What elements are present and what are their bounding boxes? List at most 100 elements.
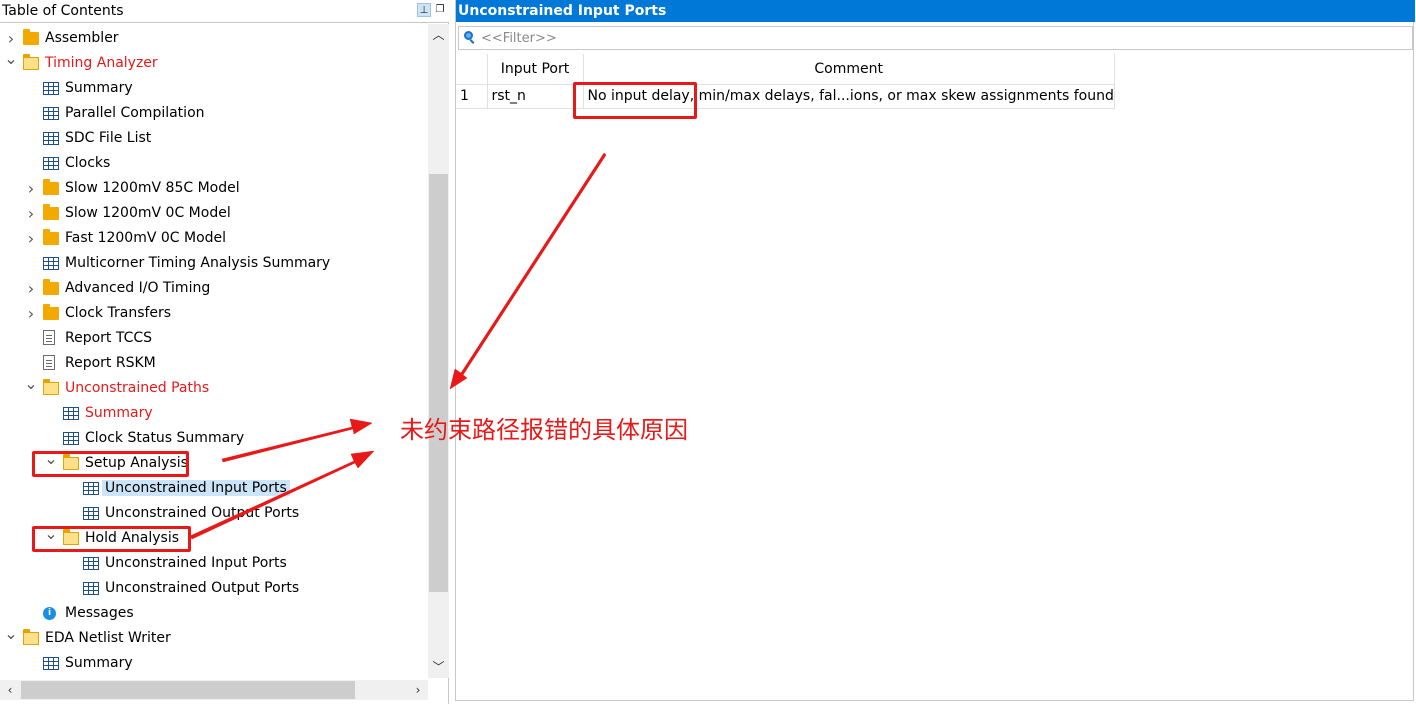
toc-item[interactable]: › Slow 1200mV 85C Model xyxy=(0,176,427,201)
vertical-scroll-thumb[interactable] xyxy=(429,174,448,592)
toc-item[interactable]: Unconstrained Output Ports xyxy=(0,501,427,526)
table-row[interactable]: 1 rst_n No input delay, min/max delays, … xyxy=(456,84,1115,109)
table-icon xyxy=(43,82,59,95)
scroll-left-icon[interactable]: ‹ xyxy=(0,680,20,700)
toc-item[interactable]: Clocks xyxy=(0,151,427,176)
pin-icon[interactable]: ⊥ xyxy=(417,3,431,17)
chevron-down-icon[interactable]: ⌄ xyxy=(24,376,38,401)
toc-item-label: Parallel Compilation xyxy=(65,105,205,121)
chevron-right-icon[interactable]: › xyxy=(24,226,38,251)
chevron-right-icon[interactable]: › xyxy=(24,301,38,326)
toc-item[interactable]: ⌄ EDA Netlist Writer xyxy=(0,626,427,651)
chevron-right-icon[interactable]: › xyxy=(24,201,38,226)
report-title: Unconstrained Input Ports xyxy=(456,0,1415,22)
table-icon xyxy=(83,557,99,570)
toc-item[interactable]: Unconstrained Input Ports xyxy=(0,476,427,501)
table-icon xyxy=(43,132,59,145)
toc-item-label: Unconstrained Output Ports xyxy=(105,580,300,596)
folder-icon xyxy=(43,229,59,245)
toc-item-label: Multicorner Timing Analysis Summary xyxy=(65,255,331,271)
toc-item-label: Unconstrained Paths xyxy=(65,380,210,396)
annotation-box-hold-analysis xyxy=(32,526,191,552)
column-header-input-port[interactable]: Input Port xyxy=(487,54,584,85)
toc-item-label: SDC File List xyxy=(65,130,152,146)
column-header-comment[interactable]: Comment xyxy=(583,54,1115,85)
toc-item-label: Messages xyxy=(65,605,134,621)
toc-item-label: Unconstrained Output Ports xyxy=(105,505,300,521)
folder-open-icon xyxy=(23,54,39,70)
toc-item[interactable]: Summary xyxy=(0,76,427,101)
folder-icon xyxy=(43,304,59,320)
folder-icon xyxy=(43,179,59,195)
toc-item[interactable]: › Clock Transfers xyxy=(0,301,427,326)
table-icon xyxy=(63,432,79,445)
folder-icon xyxy=(23,29,39,45)
table-icon xyxy=(43,157,59,170)
toc-item-label: Clocks xyxy=(65,155,111,171)
toc-item[interactable]: Report TCCS xyxy=(0,326,427,351)
toc-item-label: Unconstrained Input Ports xyxy=(105,555,287,571)
chevron-right-icon[interactable]: › xyxy=(24,176,38,201)
float-window-icon[interactable]: ❐ xyxy=(433,3,447,17)
toc-item-label: Report TCCS xyxy=(65,330,153,346)
toc-item-label: Slow 1200mV 85C Model xyxy=(65,180,240,196)
table-icon xyxy=(83,507,99,520)
toc-item-label: Assembler xyxy=(45,30,119,46)
toc-item-label: Report RSKM xyxy=(65,355,156,371)
chevron-right-icon[interactable]: › xyxy=(4,26,18,51)
scroll-right-icon[interactable]: › xyxy=(408,680,428,700)
toc-item[interactable]: ⌄ Unconstrained Paths xyxy=(0,376,427,401)
toc-item-label: Summary xyxy=(65,655,133,671)
table-icon xyxy=(83,482,99,495)
toc-item[interactable]: SDC File List xyxy=(0,126,427,151)
folder-open-icon xyxy=(23,629,39,645)
filter-box[interactable] xyxy=(458,26,1413,50)
toc-item[interactable]: › Assembler xyxy=(0,26,427,51)
toc-item-label: Clock Status Summary xyxy=(85,430,245,446)
row-index: 1 xyxy=(456,84,488,109)
toc-item[interactable]: Clock Status Summary xyxy=(0,426,427,451)
toc-item[interactable]: i Messages xyxy=(0,601,427,626)
toc-item-label: Slow 1200mV 0C Model xyxy=(65,205,231,221)
annotation-text: 未约束路径报错的具体原因 xyxy=(400,416,688,444)
scroll-down-icon[interactable]: ﹀ xyxy=(428,656,449,678)
table-icon xyxy=(43,257,59,270)
scroll-up-icon[interactable]: ︿ xyxy=(428,24,449,46)
toc-item[interactable]: Report RSKM xyxy=(0,351,427,376)
folder-icon xyxy=(43,204,59,220)
table-icon xyxy=(83,582,99,595)
document-icon xyxy=(43,355,55,370)
toc-item[interactable]: ⌄ Timing Analyzer xyxy=(0,51,427,76)
horizontal-scrollbar[interactable]: ‹ › xyxy=(0,680,428,700)
info-icon: i xyxy=(43,607,56,620)
folder-open-icon xyxy=(43,379,59,395)
horizontal-scroll-thumb[interactable] xyxy=(21,681,355,699)
filter-input[interactable] xyxy=(481,29,1381,47)
toc-item-label: Clock Transfers xyxy=(65,305,172,321)
toc-item[interactable]: › Advanced I/O Timing xyxy=(0,276,427,301)
chevron-down-icon[interactable]: ⌄ xyxy=(4,51,18,76)
annotation-box-comment xyxy=(573,82,697,119)
toc-item-label: Timing Analyzer xyxy=(45,55,158,71)
toc-item[interactable]: Unconstrained Output Ports xyxy=(0,576,427,601)
row-input-port: rst_n xyxy=(487,84,584,109)
toc-item[interactable]: Summary xyxy=(0,651,427,676)
column-header-index[interactable] xyxy=(456,54,488,85)
chevron-down-icon[interactable]: ⌄ xyxy=(4,626,18,651)
annotation-box-setup-analysis xyxy=(32,451,189,477)
search-icon xyxy=(464,31,476,45)
toc-item[interactable]: Multicorner Timing Analysis Summary xyxy=(0,251,427,276)
toc-item[interactable]: › Slow 1200mV 0C Model xyxy=(0,201,427,226)
toc-title: Table of Contents xyxy=(2,3,124,19)
toc-item[interactable]: Parallel Compilation xyxy=(0,101,427,126)
toc-item[interactable]: › Fast 1200mV 0C Model xyxy=(0,226,427,251)
chevron-right-icon[interactable]: › xyxy=(24,276,38,301)
toc-item-label: Advanced I/O Timing xyxy=(65,280,211,296)
toc-item[interactable]: Unconstrained Input Ports xyxy=(0,551,427,576)
table-icon xyxy=(43,657,59,670)
report-table: Input Port Comment 1 rst_n No input dela… xyxy=(456,54,1115,109)
vertical-scrollbar[interactable]: ︿ ﹀ xyxy=(428,24,449,678)
toc-item-label: Summary xyxy=(65,80,133,96)
toc-item-label: EDA Netlist Writer xyxy=(45,630,171,646)
toc-item[interactable]: Summary xyxy=(0,401,427,426)
